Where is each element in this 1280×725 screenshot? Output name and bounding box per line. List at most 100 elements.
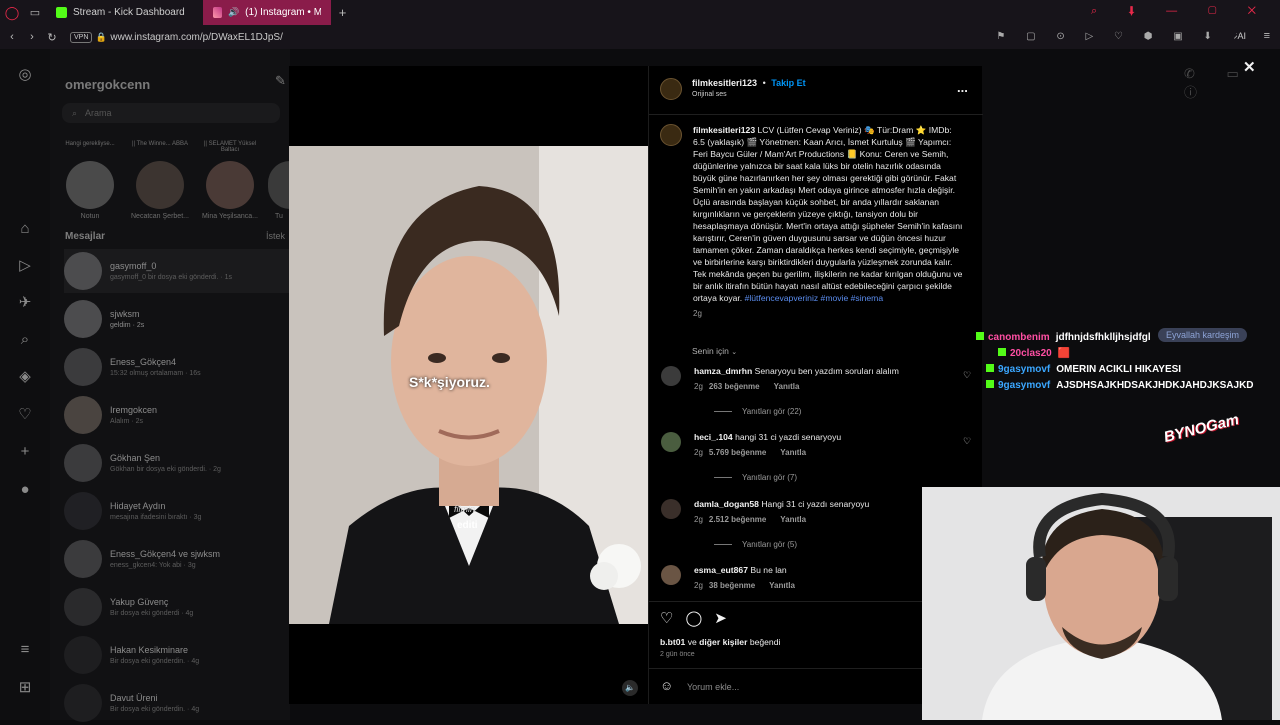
comment-like-icon[interactable]: ♡: [963, 370, 971, 381]
emoji-icon[interactable]: ☺: [660, 678, 673, 693]
create-icon[interactable]: +: [15, 442, 35, 462]
menu-icon[interactable]: ≡: [1264, 30, 1270, 42]
reload-icon[interactable]: ↻: [40, 31, 64, 44]
toolbar-icons[interactable]: ⚑ ▢ ⊙ ▷ ♡ ⬢ ▣ ⬇ ↗: [996, 31, 1250, 42]
conversation-item[interactable]: Iremgokcen Alalım · 2s: [64, 393, 290, 437]
comment-like-icon[interactable]: ♡: [963, 436, 971, 447]
more-options-icon[interactable]: ...: [957, 80, 968, 95]
tab-label: Stream - Kick Dashboard: [73, 7, 185, 18]
instagram-favicon-icon: [212, 7, 222, 18]
conversation-snippet: mesajına ifadesini bıraktı · 3g: [110, 514, 202, 521]
tab-kick-dashboard[interactable]: Stream - Kick Dashboard: [46, 0, 195, 25]
conversation-item[interactable]: Yakup Güvenç Bir dosya eki gönderdi · 4g: [64, 585, 290, 629]
chat-user: canombenim: [988, 332, 1050, 343]
search-field[interactable]: ⌕ Arama: [62, 103, 280, 123]
instagram-logo-icon[interactable]: ◎: [15, 65, 35, 85]
comment-likes[interactable]: 263 beğenme: [709, 382, 760, 391]
workspaces-icon[interactable]: ▭: [24, 6, 46, 19]
meta-apps-icon[interactable]: ⊞: [15, 678, 35, 698]
profile-avatar-icon[interactable]: ●: [15, 480, 35, 500]
caption-avatar[interactable]: [660, 124, 682, 146]
story-note[interactable]: || The Winne... ABBA Necatcan Şerbet...: [130, 141, 190, 220]
conversation-snippet: Alalım · 2s: [110, 418, 144, 425]
inbox-panel: omergokcenn ✎ ⌕ Arama Hangi gerekliyse..…: [50, 49, 290, 722]
reply-button[interactable]: Yanıtla: [769, 581, 795, 590]
new-tab-button[interactable]: +: [339, 5, 347, 20]
comment-likes[interactable]: 38 beğenme: [709, 581, 755, 590]
reply-button[interactable]: Yanıtla: [780, 448, 806, 457]
reply-button[interactable]: Yanıtla: [780, 515, 806, 524]
conversation-name: Eness_Gökçen4: [110, 357, 177, 367]
comment-icon[interactable]: ◯: [685, 610, 714, 627]
conversation-item[interactable]: gasymoff_0 gasymoff_0 bir dosya eki gönde…: [64, 249, 290, 293]
post-header: filmkesitleri123 • Takip Et Orijinal ses: [692, 78, 806, 98]
url-text[interactable]: www.instagram.com/p/DWaxEL1DJpS/: [110, 32, 282, 43]
conversation-item[interactable]: Eness_Gökçen4 15:32 olmuş ortalamam · 16s: [64, 345, 290, 389]
avatar: [64, 396, 102, 434]
story-note[interactable]: Tu: [268, 141, 290, 220]
conversation-item[interactable]: Davut Üreni Bir dosya eki gönderdin. · 4g: [64, 681, 290, 725]
reply-button[interactable]: Yanıtla: [774, 382, 800, 391]
messages-icon[interactable]: ✈: [15, 293, 35, 313]
follow-button[interactable]: Takip Et: [771, 78, 805, 88]
comment-likes[interactable]: 2.512 beğenme: [709, 515, 766, 524]
kick-badge-icon: [998, 348, 1006, 356]
avatar[interactable]: [661, 432, 681, 452]
call-icons[interactable]: ✆ ▭ ⓘ: [1184, 66, 1280, 101]
story-note[interactable]: Hangi gerekliyse... Notun: [60, 141, 120, 220]
tab-instagram[interactable]: 🔊 (1) Instagram • Mesajla...: [202, 0, 331, 25]
search-icon[interactable]: ⌕: [15, 330, 35, 350]
chat-text: OMERIN ACIKLI HIKAYESI: [1056, 364, 1182, 375]
avatar: [64, 300, 102, 338]
caption-username[interactable]: filmkesitleri123: [693, 125, 755, 135]
vpn-badge[interactable]: VPN: [70, 31, 93, 43]
share-icon[interactable]: ➤: [714, 610, 739, 627]
story-note-text: Hangi gerekliyse...: [65, 141, 115, 147]
explore-icon[interactable]: ◈: [15, 367, 35, 387]
notifications-icon[interactable]: ♡: [15, 405, 35, 425]
story-caption: Notun: [80, 213, 100, 220]
mute-toggle-icon[interactable]: 🔈: [622, 680, 638, 696]
comment-username[interactable]: hamza_dmrhn: [694, 366, 752, 376]
comment-username[interactable]: esma_eut867: [694, 565, 748, 575]
reels-icon[interactable]: ▷: [15, 256, 35, 276]
requests-link[interactable]: İstek: [266, 231, 285, 241]
audio-label[interactable]: Orijinal ses: [692, 91, 806, 98]
comment-age: 2g: [694, 448, 703, 457]
opera-logo-icon[interactable]: ◯: [0, 5, 24, 21]
forward-arrow-icon[interactable]: ›: [24, 31, 40, 43]
conversation-item[interactable]: Eness_Gökçen4 ve sjwksm eness_gkcen4: Yok…: [64, 537, 290, 581]
avatar[interactable]: [661, 366, 681, 386]
avatar[interactable]: [661, 565, 681, 585]
liked-by-others[interactable]: diğer kişiler: [699, 637, 747, 647]
comment-username[interactable]: heci_.104: [694, 432, 733, 442]
conversation-name: Iremgokcen: [110, 405, 158, 415]
close-icon[interactable]: ✕: [1243, 58, 1256, 76]
view-replies-button[interactable]: Yanıtları gör (22): [714, 407, 977, 416]
author-avatar[interactable]: [660, 78, 682, 100]
back-arrow-icon[interactable]: ‹: [0, 31, 24, 43]
compose-icon[interactable]: ✎: [275, 73, 286, 89]
inbox-username[interactable]: omergokcenn: [65, 77, 150, 92]
more-menu-icon[interactable]: ≡: [15, 640, 35, 660]
comment-username[interactable]: damla_dogan58: [694, 499, 759, 509]
conversation-snippet: eness_gkcen4: Yok abi · 3g: [110, 562, 196, 569]
view-replies-button[interactable]: Yanıtları gör (7): [714, 473, 977, 482]
conversation-item[interactable]: Gökhan Şen Gökhan bir dosya eki gönderdi.…: [64, 441, 290, 485]
liked-by-user[interactable]: b.bt01: [660, 637, 685, 647]
conversation-item[interactable]: Hidayet Aydın mesajına ifadesini bıraktı …: [64, 489, 290, 533]
sort-dropdown[interactable]: Senin için ⌄: [692, 346, 737, 356]
caption-hashtags[interactable]: #lütfencevapveriniz #movie #sinema: [745, 293, 884, 303]
ai-button[interactable]: AI: [1237, 31, 1246, 41]
speaker-icon[interactable]: 🔊: [228, 7, 239, 18]
story-note[interactable]: || SELAMET Yüksel Baltacı Mina Yeşilsanca…: [200, 141, 260, 220]
conversation-item[interactable]: Hakan Kesikminare Bir dosya eki gönderdin…: [64, 633, 290, 677]
webcam-image: [922, 487, 1280, 720]
avatar[interactable]: [661, 499, 681, 519]
conversation-item[interactable]: sjwksm geldim · 2s: [64, 297, 290, 341]
home-icon[interactable]: ⌂: [15, 219, 35, 239]
author-username[interactable]: filmkesitleri123: [692, 78, 757, 88]
comment-input[interactable]: Yorum ekle...: [687, 682, 739, 692]
comment-likes[interactable]: 5.769 beğenme: [709, 448, 766, 457]
like-icon[interactable]: ♡: [660, 610, 685, 627]
